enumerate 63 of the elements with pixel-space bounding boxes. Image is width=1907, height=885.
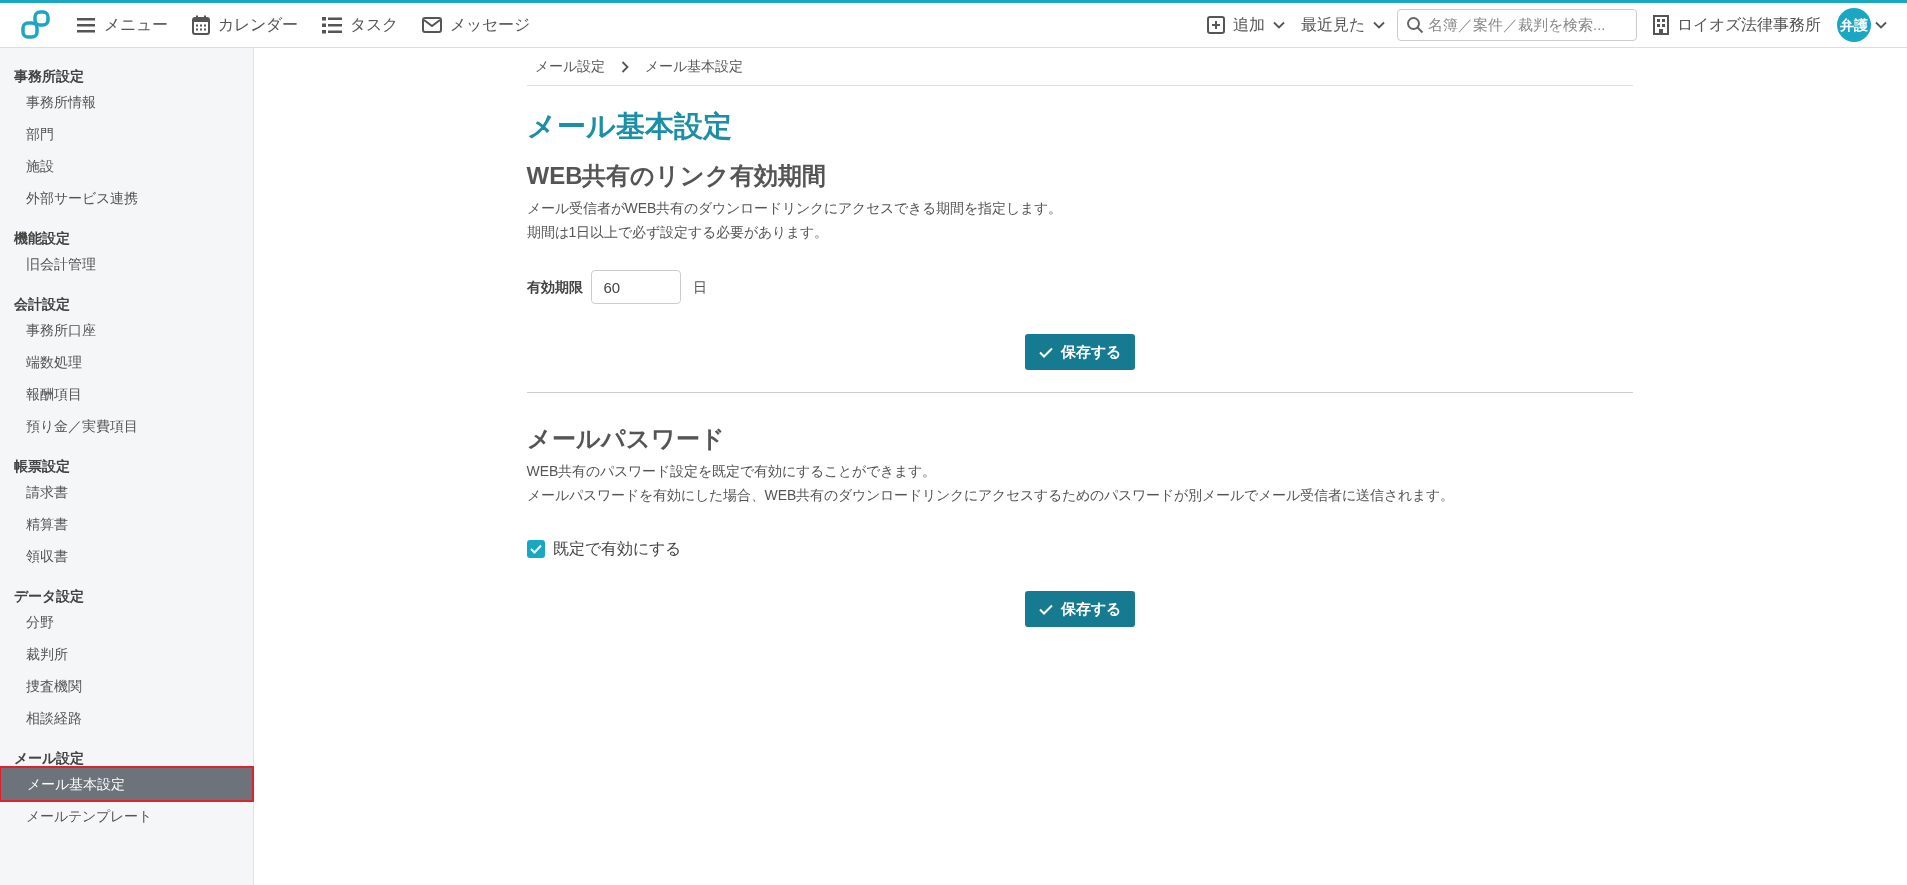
checkbox-label: 既定で有効にする [552,539,681,559]
save-button[interactable]: 保存する [1024,334,1135,370]
search-icon [1406,16,1424,34]
chevron-right-icon [620,60,629,73]
sidebar-heading: 会計設定 [13,295,71,314]
breadcrumb-link[interactable]: メール設定 [534,56,605,77]
sidebar-item[interactable]: 捜査機関 [0,670,253,702]
description-text: 期間は1日以上で必ず設定する必要があります。 [526,223,830,242]
nav-calendar-button[interactable]: カレンダー [192,13,298,37]
description-text: メール受信者がWEB共有のダウンロードリンクにアクセスできる期間を指定します。 [526,199,1064,218]
nav-message-button[interactable]: メッセージ [422,13,530,37]
save-button[interactable]: 保存する [1024,591,1135,627]
logo-icon[interactable] [20,9,52,41]
caret-icon [1373,21,1385,29]
sidebar-item[interactable]: 分野 [0,606,253,638]
sidebar-item[interactable]: 精算書 [0,508,253,540]
sidebar-item[interactable]: 外部サービス連携 [0,182,253,214]
office-button[interactable]: ロイオズ法律事務所 [1653,13,1821,37]
description-text: WEB共有のパスワード設定を既定で有効にすることができます。 [526,462,938,481]
sidebar-item[interactable]: 預り金／実費項目 [0,410,253,442]
building-icon [1653,15,1669,35]
sidebar-heading: 帳票設定 [13,457,71,476]
caret-icon [1875,21,1887,29]
add-button[interactable]: 追加 [1207,13,1285,37]
sidebar-item[interactable]: 事務所情報 [0,86,253,118]
sidebar-item[interactable]: メール基本設定 [1,768,252,800]
sidebar-item[interactable]: 旧会計管理 [0,248,253,280]
sidebar-heading: 機能設定 [13,229,71,248]
sidebar-item[interactable]: 報酬項目 [0,378,253,410]
sidebar-item[interactable]: 請求書 [0,476,253,508]
description-text: メールパスワードを有効にした場合、WEB共有のダウンロードリンクにアクセスするためのパスワードが別メールでメール受信者に送信されます。 [526,486,1456,505]
section-heading: WEB共有のリンク有効期間 [526,161,828,191]
page-title: メール基本設定 [526,109,733,144]
field-label: 有効期限 [526,277,583,297]
sidebar-item[interactable]: 端数処理 [0,346,253,378]
sidebar-item[interactable]: 施設 [0,150,253,182]
current-page-label: メール基本設定 [644,57,743,76]
avatar: 弁護 [1837,8,1871,42]
sidebar-item[interactable]: 事務所口座 [0,314,253,346]
calendar-icon [192,15,210,35]
sidebar-item[interactable]: 裁判所 [0,638,253,670]
check-icon [1038,346,1053,358]
check-icon [1038,603,1053,615]
sidebar-item[interactable]: 相談経路 [0,702,253,734]
caret-icon [1273,21,1285,29]
sidebar-item[interactable]: 部門 [0,118,253,150]
menu-icon [76,16,96,34]
sidebar-heading: データ設定 [13,587,85,606]
nav-tasks-button[interactable]: タスク [322,13,398,37]
list-icon [322,16,342,34]
recent-button[interactable]: 最近見た [1301,13,1385,37]
unit-label: 日 [692,277,707,297]
sidebar-item[interactable]: メールテンプレート [0,800,253,832]
sidebar-item[interactable]: 領収書 [0,540,253,572]
sidebar-heading: メール設定 [13,749,85,768]
section-heading: メールパスワード [526,424,726,454]
sidebar-heading: 事務所設定 [13,67,85,86]
nav-menu-button[interactable]: メニュー [76,13,168,37]
plus-square-icon [1207,16,1225,34]
envelope-icon [422,17,442,33]
number-field[interactable]: 60 [590,270,681,304]
search-field[interactable]: 名簿／案件／裁判を検索... [1397,9,1637,41]
checkbox[interactable] [526,540,545,558]
